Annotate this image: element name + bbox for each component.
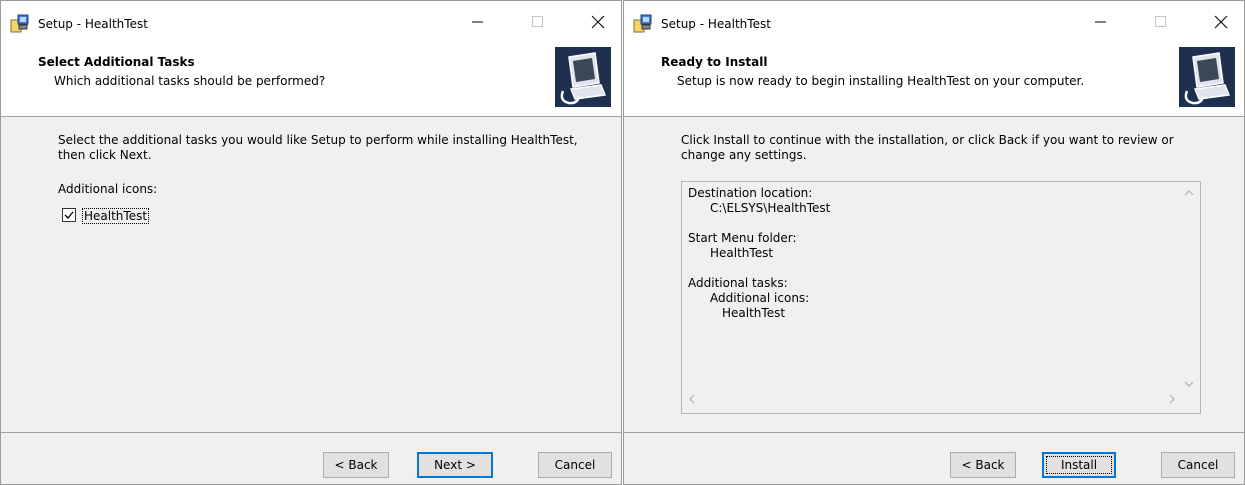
summary-heading: Start Menu folder:: [688, 231, 797, 245]
close-icon: [591, 15, 605, 29]
back-button-label: < Back: [961, 458, 1005, 472]
scroll-left-button[interactable]: [688, 393, 696, 407]
summary-heading: Destination location:: [688, 186, 813, 200]
maximize-button[interactable]: [1140, 7, 1184, 37]
wizard-header: Select Additional Tasks Which additional…: [1, 39, 621, 117]
summary-heading: Additional tasks:: [688, 276, 788, 290]
setup-window-ready-to-install: Setup - HealthTest Ready to Install Setu…: [623, 0, 1245, 485]
wizard-computer-icon: [1179, 47, 1235, 107]
back-button-label: < Back: [334, 458, 378, 472]
instructions-line: Click Install to continue with the insta…: [681, 133, 1174, 147]
instructions-line: change any settings.: [681, 148, 807, 162]
instructions: Select the additional tasks you would li…: [58, 133, 588, 163]
page-title: Select Additional Tasks: [38, 55, 195, 69]
scroll-right-icon: [1169, 394, 1175, 404]
scroll-right-button[interactable]: [1168, 393, 1176, 407]
page-subtitle: Setup is now ready to begin installing H…: [677, 74, 1085, 88]
scroll-up-icon: [1184, 190, 1194, 196]
window-title: Setup - HealthTest: [661, 17, 771, 31]
back-button[interactable]: < Back: [323, 452, 389, 478]
title-bar[interactable]: Setup - HealthTest: [1, 1, 621, 39]
cancel-button[interactable]: Cancel: [1161, 452, 1235, 478]
summary-value: Additional icons:: [710, 291, 810, 305]
wizard-content: Select the additional tasks you would li…: [1, 118, 621, 432]
scroll-down-icon: [1184, 381, 1194, 387]
install-button[interactable]: Install: [1042, 452, 1116, 478]
wizard-content: Click Install to continue with the insta…: [624, 118, 1244, 432]
close-button[interactable]: [1200, 7, 1244, 37]
scroll-down-button[interactable]: [1184, 377, 1194, 391]
summary-value: HealthTest: [710, 246, 774, 260]
summary-value: HealthTest: [722, 306, 786, 320]
setup-window-select-tasks: Setup - HealthTest Select Additional Tas…: [0, 0, 622, 485]
setup-app-icon: [10, 14, 30, 34]
ready-summary-memo[interactable]: Destination location: C:\ELSYS\HealthTes…: [681, 181, 1201, 414]
setup-app-icon: [633, 14, 653, 34]
healthtest-checkbox-label[interactable]: HealthTest: [82, 208, 150, 224]
scroll-left-icon: [689, 394, 695, 404]
close-button[interactable]: [577, 7, 621, 37]
minimize-icon: [472, 21, 483, 23]
maximize-button[interactable]: [517, 7, 561, 37]
next-button[interactable]: Next >: [417, 452, 493, 478]
page-subtitle: Which additional tasks should be perform…: [54, 74, 326, 88]
maximize-icon: [532, 16, 543, 27]
minimize-icon: [1095, 21, 1106, 23]
wizard-computer-icon: [555, 47, 611, 107]
summary-value: C:\ELSYS\HealthTest: [710, 201, 831, 215]
next-button-label: Next >: [434, 458, 476, 472]
page-title: Ready to Install: [661, 55, 768, 69]
maximize-icon: [1155, 16, 1166, 27]
wizard-header: Ready to Install Setup is now ready to b…: [624, 39, 1244, 117]
instructions: Click Install to continue with the insta…: [681, 133, 1211, 163]
window-title: Setup - HealthTest: [38, 17, 148, 31]
wizard-footer: < Back Next > Cancel: [1, 432, 621, 484]
title-bar[interactable]: Setup - HealthTest: [624, 1, 1244, 39]
healthtest-checkbox[interactable]: [62, 208, 76, 222]
install-button-label: Install: [1060, 458, 1098, 472]
checkmark-icon: [64, 211, 74, 219]
wizard-footer: < Back Install Cancel: [624, 432, 1244, 484]
close-icon: [1214, 15, 1228, 29]
minimize-button[interactable]: [1080, 7, 1124, 37]
minimize-button[interactable]: [457, 7, 501, 37]
additional-icons-label: Additional icons:: [58, 182, 158, 196]
instructions-line: Select the additional tasks you would li…: [58, 133, 578, 147]
scroll-up-button[interactable]: [1184, 186, 1194, 200]
cancel-button[interactable]: Cancel: [538, 452, 612, 478]
back-button[interactable]: < Back: [950, 452, 1016, 478]
instructions-line: then click Next.: [58, 148, 152, 162]
cancel-button-label: Cancel: [1177, 458, 1219, 472]
cancel-button-label: Cancel: [554, 458, 596, 472]
